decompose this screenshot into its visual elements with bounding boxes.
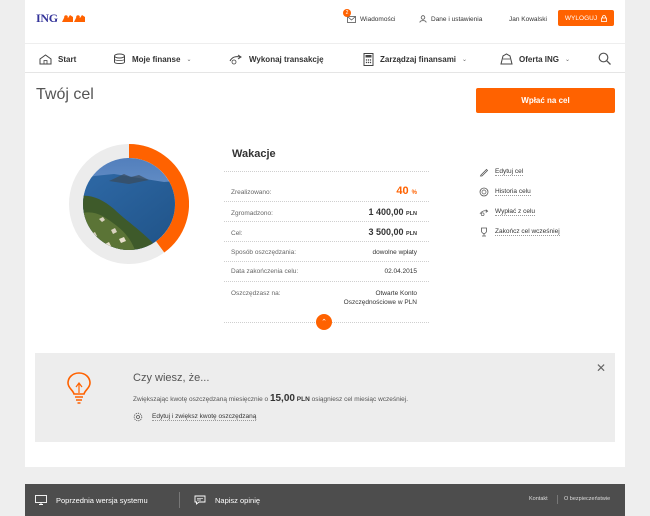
messages-label: Wiadomości (360, 15, 396, 23)
monitor-icon (35, 495, 47, 505)
nav-make-transaction[interactable]: Wykonaj transakcję (229, 52, 324, 66)
edit-increase-link[interactable]: Edytuj i zwiększ kwotę oszczędzaną (133, 412, 257, 422)
contact-link[interactable]: Kontakt (529, 496, 548, 502)
target-row: Cel: 3 500,00 PLN (231, 227, 417, 237)
divider (224, 241, 429, 242)
end-goal-early-link[interactable]: Zakończ cel wcześniej (479, 226, 560, 238)
nav-my-finances-label: Moje finanse (132, 54, 181, 64)
divider (224, 201, 429, 202)
history-icon (479, 187, 489, 197)
page-title: Twój cel (36, 86, 94, 103)
page-container: ING 2 Wiadomości Dane i ustawienia Jan K… (25, 0, 625, 467)
feedback-link[interactable]: Napisz opinię (194, 494, 260, 506)
chevron-down-icon: ⌄ (462, 56, 468, 63)
previous-version-link[interactable]: Poprzednia wersja systemu (35, 494, 148, 506)
nav-manage-finances-label: Zarządzaj finansami (380, 54, 457, 64)
withdraw-label: Wypłać z celu (495, 208, 536, 216)
method-label: Sposób oszczędzania: (231, 249, 297, 256)
settings-cog-icon (133, 412, 143, 422)
enddate-label: Data zakończenia celu: (231, 268, 299, 275)
goal-progress-donut (69, 144, 189, 264)
realized-row: Zrealizowano: 40 % (231, 185, 417, 197)
target-value: 3 500,00 PLN (368, 227, 417, 237)
tip-box: Czy wiesz, że... Zwiększając kwotę oszcz… (35, 353, 615, 442)
target-label: Cel: (231, 230, 243, 237)
tip-title: Czy wiesz, że... (133, 372, 210, 384)
search-icon (598, 52, 611, 65)
nav-start[interactable]: Start (39, 52, 76, 66)
edit-goal-link[interactable]: Edytuj cel (479, 166, 524, 178)
close-icon[interactable]: ✕ (595, 362, 607, 374)
chevron-down-icon: ⌄ (186, 56, 192, 63)
collected-value: 1 400,00 PLN (368, 207, 417, 217)
withdraw-icon (479, 209, 489, 217)
collapse-button[interactable]: ⌃ (316, 314, 332, 330)
nav-ing-offer-label: Oferta ING (519, 54, 560, 64)
saving-account-label: Oszczędzasz na: (231, 290, 281, 297)
divider (224, 171, 429, 172)
calculator-icon (363, 52, 374, 66)
edit-goal-label: Edytuj cel (495, 168, 524, 176)
enddate-row: Data zakończenia celu: 02.04.2015 (231, 268, 417, 275)
speech-bubble-icon (194, 495, 206, 505)
edit-increase-label: Edytuj i zwiększ kwotę oszczędzaną (152, 413, 257, 421)
lightbulb-icon (67, 372, 91, 404)
tip-text: Zwiększając kwotę oszczędzaną miesięczni… (133, 393, 409, 404)
feedback-label: Napisz opinię (215, 495, 261, 505)
divider (224, 221, 429, 222)
pay-to-goal-button[interactable]: Wpłać na cel (476, 88, 615, 113)
end-goal-early-label: Zakończ cel wcześniej (495, 228, 560, 236)
nav-my-finances[interactable]: Moje finanse ⌄ (113, 52, 191, 66)
lock-icon (601, 14, 607, 22)
user-icon (418, 15, 427, 23)
collected-row: Zgromadzono: 1 400,00 PLN (231, 207, 417, 217)
footer-divider (557, 495, 558, 504)
home-icon (39, 53, 52, 64)
messages-badge: 2 (343, 9, 351, 17)
transfer-icon (229, 54, 242, 65)
goal-name: Wakacje (232, 148, 276, 160)
goal-history-label: Historia celu (495, 188, 531, 196)
logo-text: ING (36, 10, 58, 25)
enddate-value: 02.04.2015 (384, 268, 417, 275)
coins-icon (114, 53, 125, 64)
nav-make-transaction-label: Wykonaj transakcję (249, 54, 324, 64)
method-row: Sposób oszczędzania: dowolne wpłaty (231, 249, 417, 256)
pencil-icon (479, 168, 489, 177)
collected-label: Zgromadzono: (231, 210, 273, 217)
envelope-icon: 2 (343, 9, 356, 23)
method-value: dowolne wpłaty (372, 249, 417, 256)
ing-logo[interactable]: ING (36, 11, 87, 25)
chevron-down-icon: ⌄ (565, 56, 571, 63)
main-nav: Start Moje finanse ⌄ Wykonaj transakcję … (25, 43, 625, 73)
settings-link[interactable]: Dane i ustawienia (418, 12, 482, 26)
divider (224, 281, 429, 282)
goal-history-link[interactable]: Historia celu (479, 186, 531, 198)
settings-label: Dane i ustawienia (431, 15, 483, 23)
lion-icon (61, 15, 85, 22)
logout-button[interactable]: WYLOGUJ (558, 10, 614, 26)
chevron-up-icon: ⌃ (321, 319, 327, 326)
realized-value: 40 % (396, 185, 417, 197)
divider (224, 261, 429, 262)
user-name-label: Jan Kowalski (509, 15, 547, 23)
messages-link[interactable]: 2 Wiadomości (343, 9, 396, 26)
nav-manage-finances[interactable]: Zarządzaj finansami ⌄ (363, 52, 467, 66)
offer-icon (500, 53, 513, 65)
security-link[interactable]: O bezpieczeństwie (564, 496, 610, 502)
footer: Poprzednia wersja systemu Napisz opinię … (25, 484, 625, 516)
saving-account-value: Otwarte Konto Oszczędnościowe w PLN (343, 290, 417, 306)
search-button[interactable] (598, 52, 612, 66)
trophy-icon (481, 227, 487, 237)
previous-version-label: Poprzednia wersja systemu (56, 495, 148, 505)
realized-label: Zrealizowano: (231, 189, 272, 196)
saving-account-row: Oszczędzasz na: Otwarte Konto Oszczędnoś… (231, 290, 417, 308)
withdraw-link[interactable]: Wypłać z celu (479, 206, 536, 218)
nav-ing-offer[interactable]: Oferta ING ⌄ (500, 52, 570, 66)
user-name[interactable]: Jan Kowalski (509, 12, 547, 26)
logout-label: WYLOGUJ (564, 14, 598, 22)
nav-start-label: Start (58, 54, 77, 64)
footer-divider (179, 492, 180, 508)
